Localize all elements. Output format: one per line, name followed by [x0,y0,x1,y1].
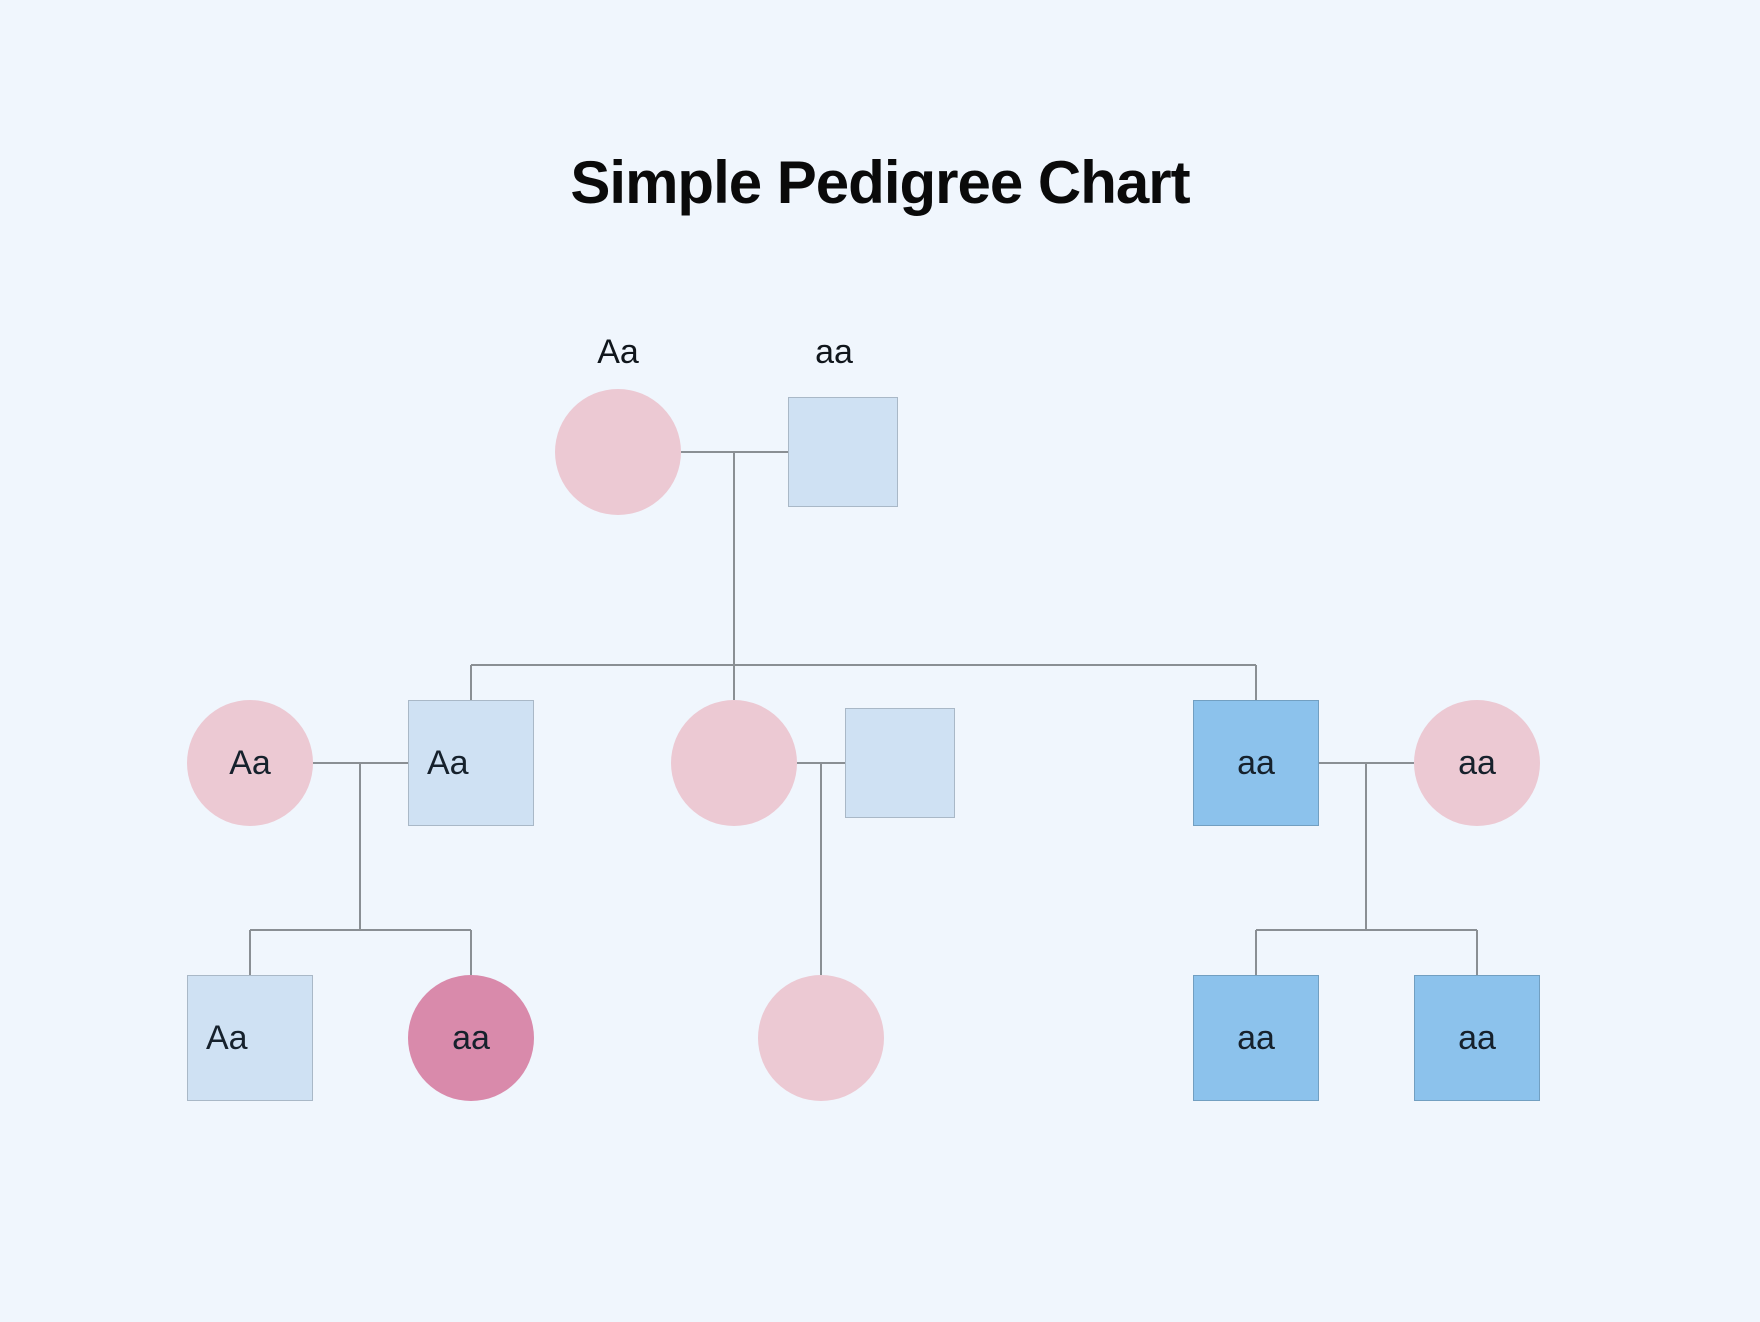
node-g2-mid-husband [845,708,955,818]
genotype-label-g1-mother: Aa [597,333,639,372]
node-g3-right-son2: aa [1414,975,1540,1101]
genotype-label-g2-right-husband: aa [1237,744,1275,783]
genotype-label-g3-left-daughter: aa [452,1019,490,1058]
node-g2-left-wife: Aa [187,700,313,826]
connector-lines [0,0,1760,1322]
node-g1-father [788,397,898,507]
node-g2-mid-wife [671,700,797,826]
pedigree-stage: Aa aa Aa Aa aa aa Aa aa aa aa [0,0,1760,1322]
genotype-label-g2-left-husband: Aa [427,744,469,783]
node-g2-left-husband: Aa [408,700,534,826]
node-g3-mid-daughter [758,975,884,1101]
node-g3-left-son: Aa [187,975,313,1101]
node-g2-right-husband: aa [1193,700,1319,826]
genotype-label-g1-father: aa [815,333,853,372]
node-g1-mother [555,389,681,515]
genotype-label-g3-right-son1: aa [1237,1019,1275,1058]
genotype-label-g3-left-son: Aa [206,1019,248,1058]
genotype-label-g3-right-son2: aa [1458,1019,1496,1058]
node-g3-left-daughter: aa [408,975,534,1101]
genotype-label-g2-right-wife: aa [1458,744,1496,783]
genotype-label-g2-left-wife: Aa [229,744,271,783]
node-g3-right-son1: aa [1193,975,1319,1101]
node-g2-right-wife: aa [1414,700,1540,826]
